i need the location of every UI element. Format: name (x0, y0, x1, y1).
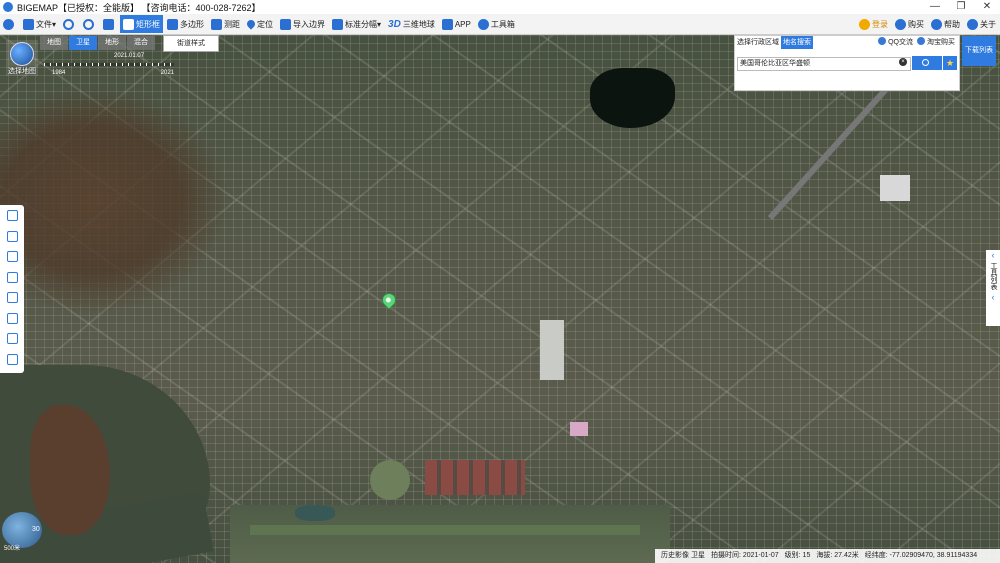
taobao-link[interactable]: 淘宝购买 (917, 37, 955, 47)
map-type-satellite[interactable]: 卫星 (69, 36, 97, 50)
window-title: BIGEMAP【已授权：全能版】 【咨询电话：400-028-7262】 (17, 2, 261, 13)
tab-place-search[interactable]: 地名搜索 (781, 36, 813, 49)
tool-list-panel[interactable]: ‹ 工具列表 ‹ (986, 250, 1000, 326)
clear-search-button[interactable]: × (899, 58, 907, 66)
title-bar: BIGEMAP【已授权：全能版】 【咨询电话：400-028-7262】 — ❐… (0, 0, 1000, 14)
close-button[interactable]: ✕ (974, 0, 1000, 14)
user-icon (859, 18, 870, 30)
mall-lawn (250, 525, 640, 535)
timeline-end: 2021 (160, 70, 174, 76)
help-button[interactable]: 帮助 (928, 15, 963, 33)
standard-grid-button[interactable]: 标准分幅 ▾ (329, 15, 384, 33)
hand-icon (103, 18, 115, 30)
polygon-button[interactable]: 多边形 (164, 15, 207, 33)
grid-icon (332, 18, 344, 30)
about-button[interactable]: 关于 (964, 15, 999, 33)
globe-icon (10, 42, 34, 66)
search-input[interactable]: 美国哥伦比亚区华盛顿 (737, 57, 911, 71)
location-pin-icon[interactable] (379, 290, 399, 310)
vip-icon (895, 18, 906, 30)
qq-link[interactable]: QQ交流 (878, 37, 913, 47)
pink-building (570, 422, 588, 436)
pan-button[interactable] (100, 15, 119, 33)
ruler-icon (211, 18, 223, 30)
status-bar: 历史影像 卫星 拍摄时间: 2021-01-07 级别: 15 海拔: 27.4… (655, 549, 1000, 563)
red-roof-buildings (425, 460, 525, 495)
toolbox-button[interactable]: 工具箱 (475, 15, 518, 33)
zoom-out-icon (83, 18, 95, 30)
eraser-tool-icon[interactable] (0, 349, 24, 370)
status-coords: 经纬度: -77.02909470, 38.91194334 (864, 552, 978, 559)
login-button[interactable]: 登录 (856, 15, 891, 33)
download-list-button[interactable]: 下载列表 (962, 36, 996, 66)
zoom-in-button[interactable] (60, 15, 79, 33)
locate-button[interactable]: 定位 (244, 15, 276, 33)
chevron-left-icon: ‹ (991, 250, 995, 260)
rectangle-select-button[interactable]: 矩形框 (120, 15, 164, 33)
status-elevation: 海拔: 27.42米 (816, 552, 859, 559)
select-map-button[interactable]: 选择地图 (6, 40, 38, 76)
phone-icon (441, 18, 453, 30)
marker-tool-icon[interactable] (0, 246, 24, 267)
help-icon (931, 18, 942, 30)
maximize-button[interactable]: ❐ (948, 0, 974, 14)
satellite-map[interactable] (0, 35, 1000, 563)
timeline-slider[interactable] (44, 63, 174, 66)
status-date: 拍摄时间: 2021-01-07 (710, 552, 779, 559)
rectangle-icon (123, 18, 135, 30)
chevron-left-icon: ‹ (991, 292, 995, 302)
app-button[interactable]: APP (439, 15, 474, 33)
reservoir-water (590, 68, 675, 128)
circle-tool-icon[interactable] (0, 308, 24, 329)
search-panel: 选择行政区域 地名搜索 QQ交流 淘宝购买 美国哥伦比亚区华盛顿 × ★ (734, 35, 960, 91)
polyline-tool-icon[interactable] (0, 287, 24, 308)
reflecting-pool (295, 505, 335, 521)
file-menu-button[interactable]: 文件 ▾ (20, 15, 59, 33)
favorite-star-icon[interactable]: ★ (943, 56, 957, 70)
toolbar-right: 登录 购买 帮助 关于 (856, 14, 1000, 34)
buy-button[interactable]: 购买 (892, 15, 927, 33)
convention-center (540, 320, 564, 380)
polygon-icon (167, 18, 179, 30)
app-menu-button[interactable] (0, 15, 19, 33)
history-timeline[interactable]: 2021.01.07 1984 2021 (44, 53, 174, 76)
import-boundary-button[interactable]: 导入边界 (277, 15, 328, 33)
import-icon (280, 18, 292, 30)
measure-button[interactable]: 测距 (208, 15, 243, 33)
street-style-button[interactable]: 街道样式 (163, 35, 219, 52)
3d-icon: 3D (388, 18, 401, 30)
zoom-in-icon (63, 18, 75, 30)
pointer-tool-icon[interactable] (0, 226, 24, 247)
map-type-hybrid[interactable]: 混合 (127, 36, 155, 50)
3d-globe-button[interactable]: 3D 三维地球 (385, 15, 438, 33)
map-type-road[interactable]: 地图 (40, 36, 68, 50)
gear-icon (477, 18, 489, 30)
search-button[interactable] (912, 56, 942, 70)
map-type-switcher: 地图 卫星 地形 混合 (40, 36, 156, 50)
pin-icon (245, 18, 257, 30)
white-roof-building (880, 175, 910, 201)
map-type-terrain[interactable]: 地形 (98, 36, 126, 50)
app-logo-icon (3, 2, 13, 12)
status-history[interactable]: 历史影像 卫星 (661, 549, 705, 563)
scale-bar: 500米 (4, 546, 21, 552)
info-icon (967, 18, 978, 30)
main-toolbar: 文件 ▾ 矩形框 多边形 测距 定位 导入边界 标准分幅 ▾ 3D 三维地球 APP … (0, 14, 1000, 35)
globe-icon (3, 18, 14, 30)
left-tool-strip (0, 205, 24, 373)
timeline-start: 1984 (52, 70, 66, 76)
tab-admin-region[interactable]: 选择行政区域 (735, 36, 781, 49)
hand-tool-icon[interactable] (0, 205, 24, 226)
minimize-button[interactable]: — (922, 0, 948, 14)
zoom-out-button[interactable] (80, 15, 99, 33)
window-controls: — ❐ ✕ (922, 0, 1000, 14)
tool-list-label: 工具列表 (990, 262, 997, 290)
status-level: 级别: 15 (784, 552, 811, 559)
folder-icon (23, 18, 34, 30)
rectangle-tool-icon[interactable] (0, 328, 24, 349)
line-tool-icon[interactable] (0, 267, 24, 288)
rock-creek-park (0, 85, 230, 315)
ellipse-lawn (370, 460, 410, 500)
timeline-current: 2021.01.07 (114, 53, 145, 59)
